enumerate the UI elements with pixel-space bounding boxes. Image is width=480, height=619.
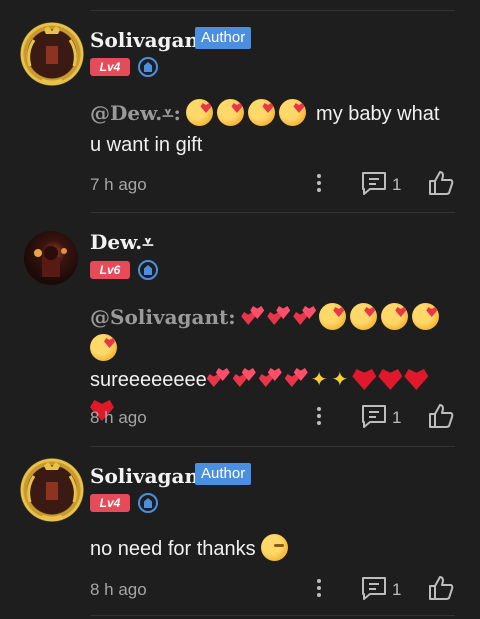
kiss-emoji-icon (319, 303, 347, 330)
kiss-emoji-icon (279, 99, 307, 126)
laurel-icon (27, 26, 77, 84)
red-heart-icon (378, 369, 403, 390)
red-heart-icon (352, 369, 377, 390)
timestamp: 7 h ago (90, 175, 147, 194)
thumbs-up-icon[interactable] (427, 402, 455, 430)
more-vertical-icon[interactable] (312, 172, 326, 194)
comment-text-line: sureeeeeeee (90, 369, 207, 391)
comment-text-line: my baby what (316, 103, 440, 125)
username[interactable]: Dew.⩡ (90, 230, 154, 254)
author-badge: Author (195, 27, 252, 49)
two-hearts-icon (267, 306, 291, 328)
comment-icon[interactable] (360, 170, 388, 196)
mention-link[interactable]: @Solivagant: (90, 305, 236, 329)
divider (90, 212, 455, 213)
timestamp: 8 h ago (90, 408, 147, 427)
divider (90, 446, 455, 447)
level-badge: Lv6 (90, 261, 130, 279)
divider-bottom (90, 615, 455, 616)
verified-shield-icon (138, 493, 158, 513)
reply-count: 1 (392, 580, 402, 599)
two-hearts-icon (285, 368, 309, 390)
author-badge: Author (195, 463, 252, 485)
verified-shield-icon (138, 57, 158, 77)
comment-icon[interactable] (360, 403, 388, 429)
timestamp: 8 h ago (90, 580, 147, 599)
two-hearts-icon (207, 368, 231, 390)
kiss-emoji-icon (248, 99, 276, 126)
red-heart-icon (404, 369, 429, 390)
avatar[interactable] (20, 458, 84, 522)
thumbs-up-icon[interactable] (427, 169, 455, 197)
sparkles-icon: ✦ (310, 369, 328, 391)
kiss-emoji-icon (381, 303, 409, 330)
thumbs-up-icon[interactable] (427, 574, 455, 602)
comment-icon[interactable] (360, 575, 388, 601)
reply-count: 1 (392, 408, 402, 427)
divider-top (90, 10, 455, 11)
two-hearts-icon (259, 368, 283, 390)
sparkles-icon: ✦ (331, 369, 349, 391)
verified-shield-icon (138, 260, 158, 280)
avatar[interactable] (20, 22, 84, 86)
mention-link[interactable]: @Dew.⩡: (90, 101, 181, 125)
comment-text-line: u want in gift (90, 134, 203, 156)
kiss-emoji-icon (186, 99, 214, 126)
kiss-emoji-icon (412, 303, 440, 330)
comment-text: @Dew.⩡: my baby what u want in gift (90, 98, 460, 161)
kiss-emoji-icon (90, 334, 117, 361)
avatar[interactable] (24, 231, 78, 285)
level-badge: Lv4 (90, 494, 130, 512)
avatar-image (34, 246, 67, 277)
two-hearts-icon (241, 306, 265, 328)
level-badge: Lv4 (90, 58, 130, 76)
reply-count: 1 (392, 175, 402, 194)
username[interactable]: Solivagant (90, 464, 208, 488)
avatar-frame (20, 22, 84, 86)
two-hearts-icon (233, 368, 257, 390)
more-vertical-icon[interactable] (312, 405, 326, 427)
comment-text-line: no need for thanks (90, 538, 256, 560)
avatar-frame (20, 458, 84, 522)
comment-text: no need for thanks (90, 534, 460, 565)
two-hearts-icon (293, 306, 317, 328)
laurel-icon (27, 462, 77, 520)
username[interactable]: Solivagant (90, 28, 208, 52)
more-vertical-icon[interactable] (312, 577, 326, 599)
kiss-emoji-icon (217, 99, 245, 126)
kiss-emoji-icon (350, 303, 378, 330)
thinking-emoji-icon (261, 534, 289, 561)
